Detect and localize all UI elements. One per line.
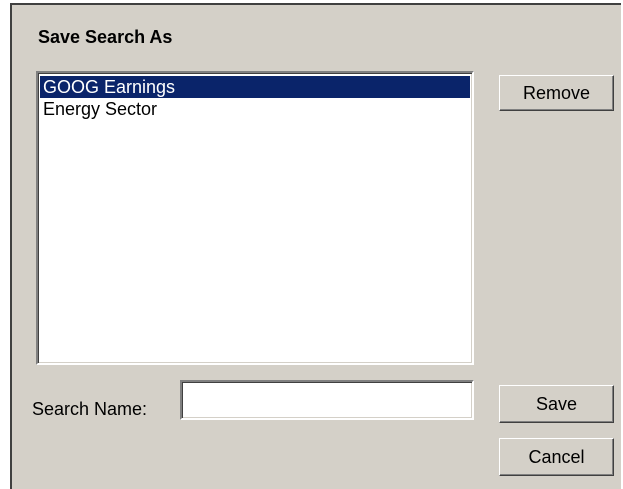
list-item-goog-earnings[interactable]: GOOG Earnings bbox=[40, 76, 470, 98]
search-name-label: Search Name: bbox=[32, 399, 148, 419]
dialog-title: Save Search As bbox=[38, 27, 173, 47]
cancel-button[interactable]: Cancel bbox=[499, 438, 614, 476]
saved-searches-list: GOOG Earnings Energy Sector bbox=[40, 76, 470, 120]
saved-searches-listbox[interactable]: GOOG Earnings Energy Sector bbox=[36, 71, 474, 365]
save-search-dialog: Save Search As GOOG Earnings Energy Sect… bbox=[10, 3, 621, 489]
remove-button[interactable]: Remove bbox=[499, 75, 614, 111]
search-name-input[interactable] bbox=[180, 380, 474, 420]
list-item-energy-sector[interactable]: Energy Sector bbox=[40, 98, 470, 120]
save-button[interactable]: Save bbox=[499, 385, 614, 423]
